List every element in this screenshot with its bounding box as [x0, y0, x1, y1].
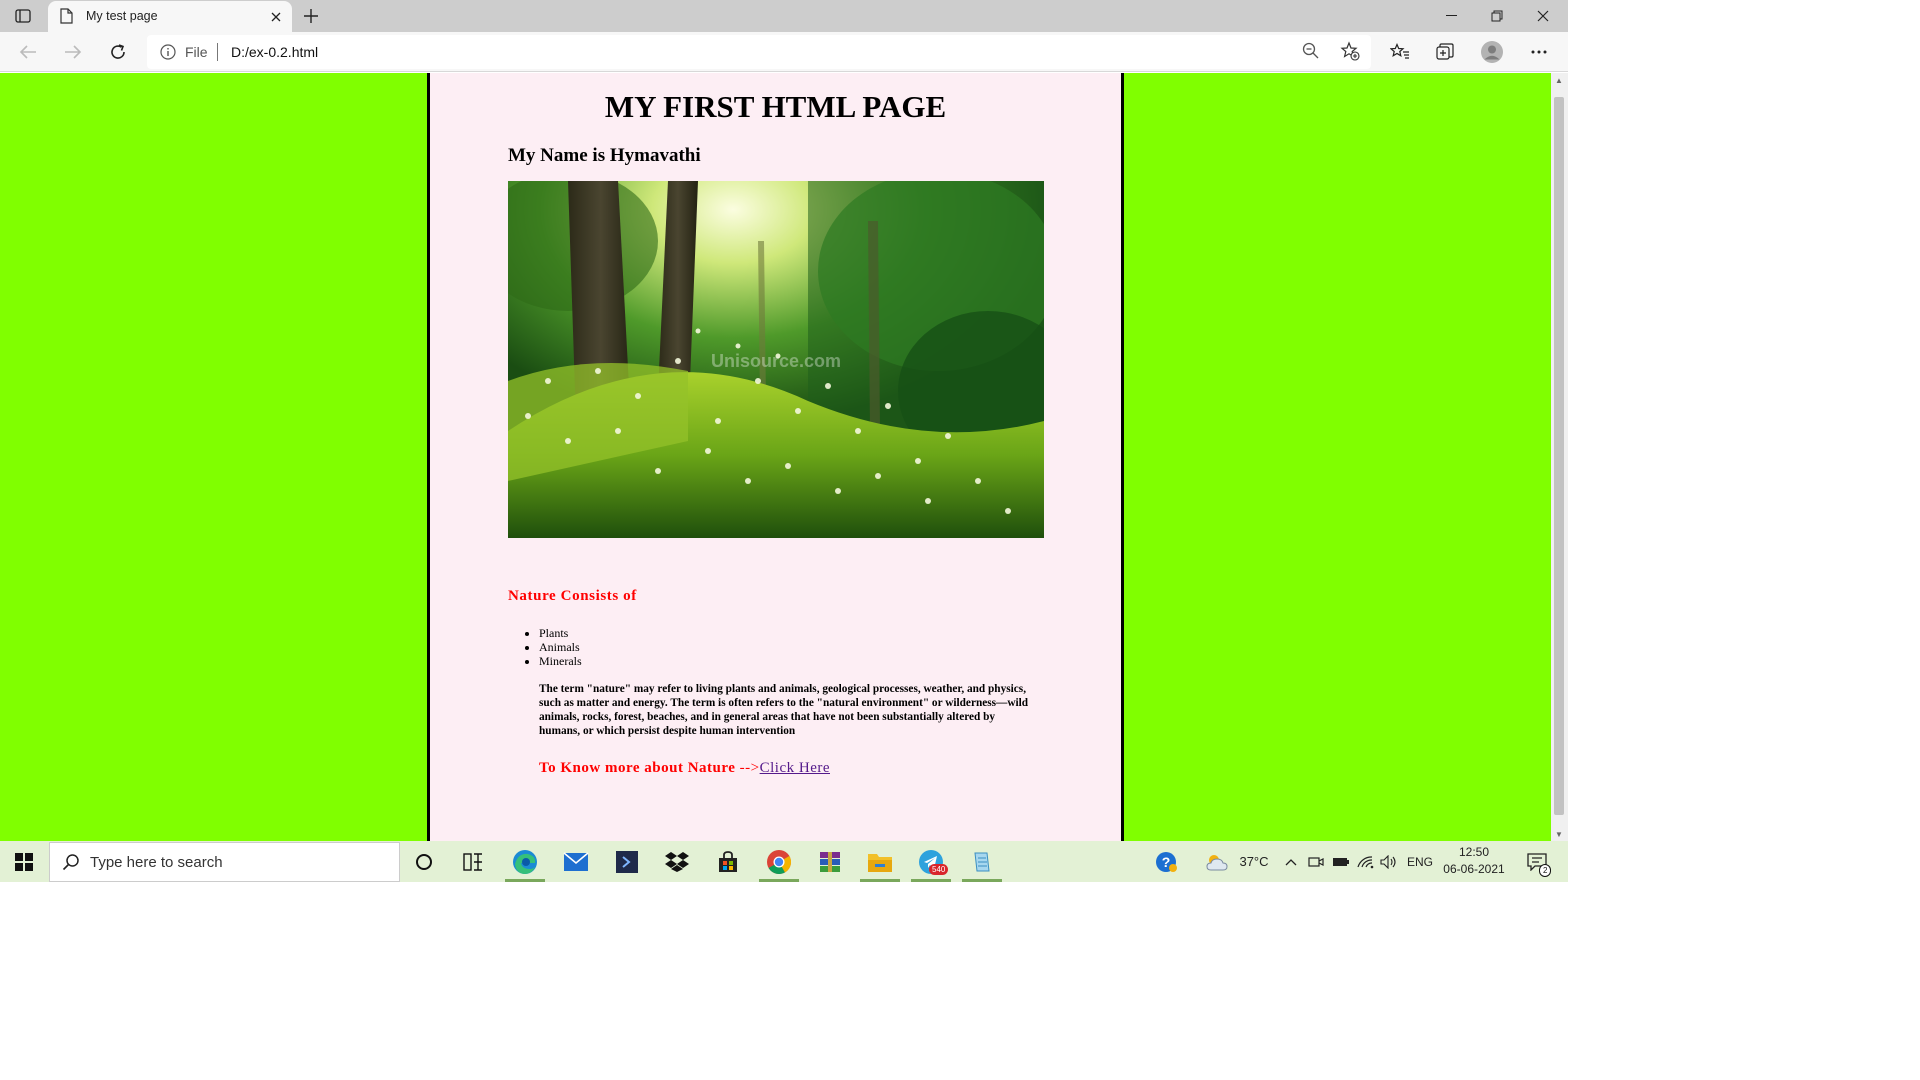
nature-title: Nature Consists of — [508, 588, 637, 604]
weather-icon[interactable] — [1202, 841, 1232, 882]
restore-icon[interactable] — [1474, 0, 1520, 32]
page-title: MY FIRST HTML PAGE — [604, 89, 947, 124]
taskbar-clock[interactable]: 12:50 06-06-2021 — [1436, 844, 1512, 878]
minimize-icon[interactable] — [1428, 0, 1474, 32]
browser-tab-strip: My test page — [0, 0, 1568, 32]
store-icon[interactable] — [704, 841, 752, 882]
collections-icon[interactable] — [1431, 38, 1459, 66]
weather-temperature[interactable]: 37°C — [1234, 841, 1274, 882]
battery-icon[interactable] — [1330, 841, 1352, 882]
nature-forest-image: Unisource.com — [508, 181, 1044, 538]
edge-icon[interactable] — [501, 841, 549, 882]
taskbar-search-box[interactable]: Type here to search — [49, 842, 400, 882]
vertical-scrollbar[interactable]: ▲ ▼ — [1551, 73, 1568, 841]
volume-icon[interactable] — [1378, 841, 1400, 882]
notification-count: 2 — [1539, 864, 1552, 877]
winrar-icon[interactable] — [806, 841, 854, 882]
mail-icon[interactable] — [552, 841, 600, 882]
browser-tab[interactable]: My test page — [48, 1, 292, 32]
tab-actions-icon[interactable] — [12, 6, 34, 26]
chrome-icon[interactable] — [755, 841, 803, 882]
cortana-icon[interactable] — [400, 841, 448, 882]
close-tab-icon[interactable] — [268, 9, 284, 25]
help-icon[interactable]: ? — [1150, 841, 1182, 882]
windows-taskbar: Type here to search 540 ? 37°C ENG 12:50… — [0, 841, 1568, 882]
list-item: Plants — [539, 626, 582, 640]
clock-time: 12:50 — [1458, 845, 1490, 859]
know-more-arrow: --> — [739, 760, 760, 776]
browser-toolbar: File D:/ex-0.2.html — [0, 32, 1568, 72]
nature-list: Plants Animals Minerals — [539, 626, 582, 668]
search-placeholder: Type here to search — [90, 854, 223, 871]
scroll-down-icon[interactable]: ▼ — [1555, 830, 1563, 839]
address-bar[interactable]: File D:/ex-0.2.html — [147, 35, 1371, 69]
name-heading: My Name is Hymavathi — [508, 145, 701, 166]
profile-avatar-icon[interactable] — [1478, 38, 1506, 66]
windows-start-icon[interactable] — [0, 841, 48, 882]
close-window-icon[interactable] — [1520, 0, 1566, 32]
add-favorite-icon[interactable] — [1340, 41, 1360, 66]
notepad-icon[interactable] — [958, 841, 1006, 882]
zoom-icon[interactable] — [1302, 42, 1320, 65]
list-item: Minerals — [539, 654, 582, 668]
know-more-label: To Know more about Nature — [539, 760, 736, 776]
page-viewport: MY FIRST HTML PAGE My Name is Hymavathi — [0, 73, 1551, 841]
dropbox-icon[interactable] — [653, 841, 701, 882]
forward-icon[interactable] — [59, 38, 87, 66]
address-url[interactable]: D:/ex-0.2.html — [231, 44, 318, 60]
show-hidden-icons-icon[interactable] — [1281, 841, 1301, 882]
wifi-icon[interactable] — [1355, 841, 1377, 882]
image-watermark: Unisource.com — [711, 351, 841, 371]
telegram-icon[interactable]: 540 — [907, 841, 955, 882]
input-language[interactable]: ENG — [1404, 841, 1436, 882]
meet-now-icon[interactable] — [1305, 841, 1327, 882]
page-icon — [60, 8, 73, 29]
more-menu-icon[interactable] — [1525, 38, 1553, 66]
telegram-badge: 540 — [929, 864, 949, 875]
info-icon[interactable] — [160, 44, 176, 65]
address-scheme: File — [185, 44, 208, 60]
back-icon[interactable] — [14, 38, 42, 66]
page-content: MY FIRST HTML PAGE My Name is Hymavathi — [427, 73, 1124, 841]
tab-title: My test page — [86, 9, 158, 23]
notification-center-icon[interactable]: 2 — [1522, 841, 1552, 882]
search-icon — [62, 853, 80, 876]
know-more-line: To Know more about Nature -->Click Here — [539, 760, 830, 777]
nature-description: The term "nature" may refer to living pl… — [539, 683, 1029, 737]
click-here-link[interactable]: Click Here — [760, 760, 830, 776]
address-separator — [217, 43, 218, 61]
clock-date: 06-06-2021 — [1443, 862, 1505, 876]
task-view-icon[interactable] — [449, 841, 497, 882]
favorites-icon[interactable] — [1386, 38, 1414, 66]
powershell-icon[interactable] — [603, 841, 651, 882]
scroll-up-icon[interactable]: ▲ — [1555, 76, 1563, 85]
file-explorer-icon[interactable] — [856, 841, 904, 882]
new-tab-icon[interactable] — [300, 5, 322, 27]
scrollbar-thumb[interactable] — [1554, 97, 1564, 815]
list-item: Animals — [539, 640, 582, 654]
svg-text:?: ? — [1162, 854, 1171, 870]
refresh-icon[interactable] — [104, 38, 132, 66]
